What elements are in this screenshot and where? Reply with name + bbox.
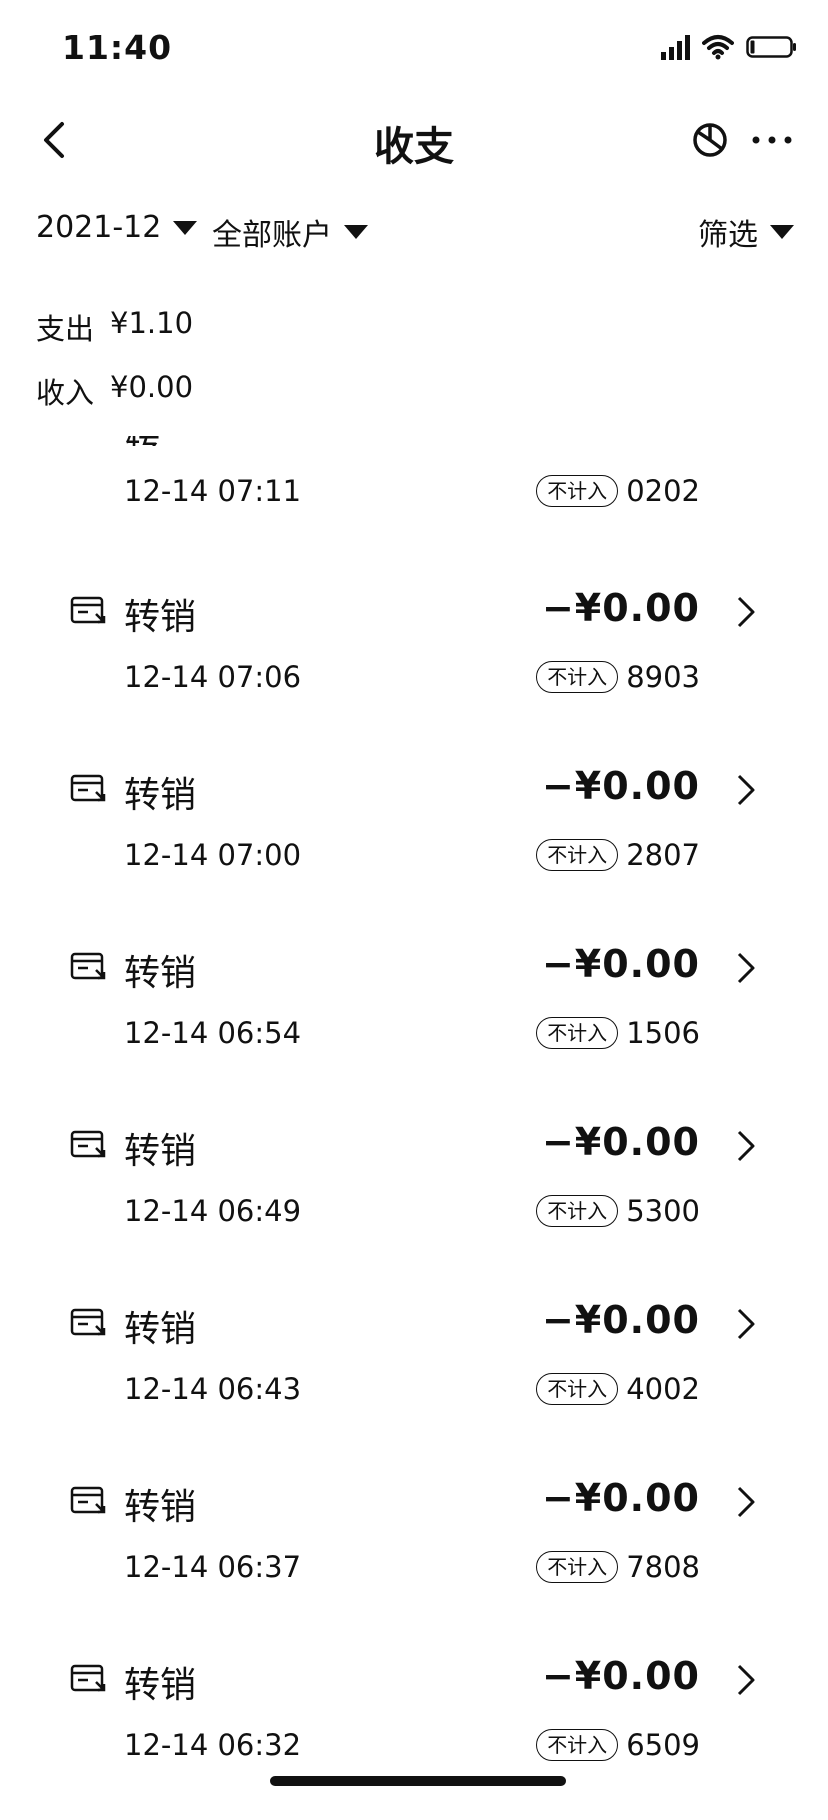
status-time: 11:40: [62, 28, 173, 67]
expense-value: ¥1.10: [110, 306, 194, 340]
expense-label: 支出: [36, 312, 95, 346]
status-icons: [661, 34, 798, 60]
status-bar: 11:40: [0, 0, 828, 90]
transaction-code: 7808: [626, 1550, 700, 1584]
card-transfer-icon: [70, 1130, 108, 1162]
card-transfer-icon: [70, 596, 108, 628]
list-item[interactable]: 转销 −¥0.00 12-14 07:00 不计入 2807: [0, 752, 828, 930]
filter-selector[interactable]: 筛选: [698, 210, 794, 254]
transaction-amount: −¥0.00: [541, 1120, 700, 1164]
card-transfer-icon: [70, 1308, 108, 1340]
card-transfer-icon: [70, 1664, 108, 1696]
transaction-tag-group: 不计入 1506: [536, 1016, 700, 1050]
pie-chart-icon[interactable]: [690, 120, 730, 160]
chevron-right-icon: [734, 1660, 758, 1700]
filter-bar: 2021-12 全部账户 筛选: [0, 202, 828, 258]
chevron-right-icon: [734, 770, 758, 810]
transaction-amount: −¥0.00: [541, 586, 700, 630]
transaction-datetime: 12-14 07:06: [124, 660, 302, 694]
transaction-name: 转销: [124, 953, 197, 994]
month-selector[interactable]: 2021-12: [36, 210, 198, 245]
caret-down-icon: [770, 225, 794, 239]
income-summary: 收入 ¥0.00: [36, 370, 193, 412]
income-label: 收入: [36, 376, 95, 410]
transaction-datetime: 12-14 06:43: [124, 1372, 302, 1406]
excluded-tag: 不计入: [536, 1373, 619, 1405]
caret-down-icon: [344, 225, 368, 239]
transaction-amount: −¥0.00: [541, 942, 700, 986]
excluded-tag: 不计入: [536, 661, 619, 693]
transaction-tag-group: 不计入 0202: [536, 474, 700, 508]
transaction-amount: −¥0.00: [541, 1476, 700, 1520]
transaction-name: 转销: [124, 1131, 197, 1172]
account-selector[interactable]: 全部账户: [212, 210, 368, 254]
transaction-code: 1506: [626, 1016, 700, 1050]
list-item[interactable]: 转销 −¥0.00 12-14 06:37 不计入 7808: [0, 1464, 828, 1642]
caret-down-icon: [173, 220, 198, 235]
transaction-datetime: 12-14 07:00: [124, 838, 302, 872]
month-label: 2021-12: [36, 210, 162, 245]
transaction-amount: −¥0.00: [541, 1654, 700, 1698]
list-item-partial[interactable]: 转销 12-14 07:11 不计入 0202: [0, 436, 828, 518]
transaction-tag-group: 不计入 4002: [536, 1372, 700, 1406]
transaction-datetime: 12-14 06:32: [124, 1728, 302, 1762]
transaction-amount: −¥0.00: [541, 1298, 700, 1342]
transaction-tag-group: 不计入 6509: [536, 1728, 700, 1762]
signal-icon: [661, 34, 690, 60]
list-item[interactable]: 转销 −¥0.00 12-14 07:06 不计入 8903: [0, 574, 828, 752]
transaction-tag-group: 不计入 5300: [536, 1194, 700, 1228]
transaction-tag-group: 不计入 2807: [536, 838, 700, 872]
chevron-right-icon: [734, 1126, 758, 1166]
more-dots-icon[interactable]: [748, 120, 796, 160]
excluded-tag: 不计入: [536, 1195, 619, 1227]
transaction-amount: −¥0.00: [541, 764, 700, 808]
transaction-name: 转销: [124, 1665, 197, 1706]
transaction-name: 转销: [124, 1487, 197, 1528]
transaction-code: 6509: [626, 1728, 700, 1762]
transaction-code: 8903: [626, 660, 700, 694]
chevron-right-icon: [734, 948, 758, 988]
transaction-code: 0202: [626, 474, 700, 508]
excluded-tag: 不计入: [536, 839, 619, 871]
income-value: ¥0.00: [110, 370, 194, 404]
list-item[interactable]: 转销 −¥0.00 12-14 06:32 不计入 6509: [0, 1642, 828, 1820]
transaction-code: 2807: [626, 838, 700, 872]
filter-label: 筛选: [698, 218, 758, 253]
transaction-datetime: 12-14 07:11: [124, 474, 302, 508]
transaction-datetime: 12-14 06:49: [124, 1194, 302, 1228]
transaction-name: 转销: [124, 1309, 197, 1350]
account-label: 全部账户: [212, 218, 332, 253]
excluded-tag: 不计入: [536, 1551, 619, 1583]
card-transfer-icon: [70, 774, 108, 806]
excluded-tag: 不计入: [536, 1017, 619, 1049]
transaction-code: 4002: [626, 1372, 700, 1406]
home-indicator: [270, 1776, 566, 1786]
transaction-name: 转销: [124, 597, 197, 638]
transaction-datetime: 12-14 06:37: [124, 1550, 302, 1584]
chevron-right-icon: [734, 1482, 758, 1522]
clipped-title: 转销: [124, 436, 184, 446]
transaction-name: 转销: [124, 775, 197, 816]
card-transfer-icon: [70, 1486, 108, 1518]
transaction-tag-group: 不计入 8903: [536, 660, 700, 694]
excluded-tag: 不计入: [536, 475, 619, 507]
list-item[interactable]: 转销 −¥0.00 12-14 06:54 不计入 1506: [0, 930, 828, 1108]
transaction-code: 5300: [626, 1194, 700, 1228]
expense-summary: 支出 ¥1.10: [36, 306, 193, 348]
chevron-right-icon: [734, 1304, 758, 1344]
card-transfer-icon: [70, 952, 108, 984]
list-item[interactable]: 转销 −¥0.00 12-14 06:43 不计入 4002: [0, 1286, 828, 1464]
wifi-icon: [702, 34, 734, 60]
transaction-tag-group: 不计入 7808: [536, 1550, 700, 1584]
battery-icon: [746, 34, 798, 60]
chevron-right-icon: [734, 592, 758, 632]
list-item[interactable]: 转销 −¥0.00 12-14 06:49 不计入 5300: [0, 1108, 828, 1286]
excluded-tag: 不计入: [536, 1729, 619, 1761]
nav-bar: 收支: [0, 100, 828, 180]
transaction-datetime: 12-14 06:54: [124, 1016, 302, 1050]
